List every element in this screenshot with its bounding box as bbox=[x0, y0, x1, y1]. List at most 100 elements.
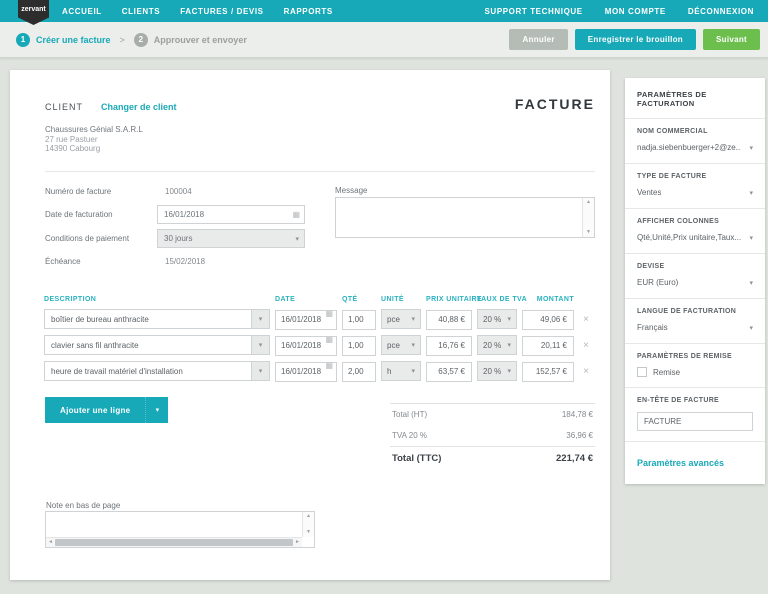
header-description: DESCRIPTION bbox=[44, 296, 270, 303]
qty-cell bbox=[342, 309, 376, 329]
message-vertical-scrollbar[interactable]: ▲ ▼ bbox=[582, 198, 594, 237]
sidebar-section-remise: PARAMÈTRES DE REMISE Remise bbox=[625, 344, 765, 388]
vat-select[interactable]: 20 % ▾ bbox=[477, 361, 517, 381]
calendar-icon[interactable]: ▦ bbox=[325, 309, 333, 318]
nom-commercial-select[interactable]: nadja.siebenbuerger+2@ze... ▾ bbox=[637, 142, 753, 153]
advanced-settings-link[interactable]: Paramètres avancés bbox=[637, 458, 724, 468]
nav-item-support-technique[interactable]: SUPPORT TECHNIQUE bbox=[485, 7, 583, 16]
message-textarea-field[interactable] bbox=[336, 198, 582, 237]
description-dropdown-button[interactable]: ▾ bbox=[251, 309, 270, 329]
qty-input[interactable] bbox=[342, 362, 376, 382]
devise-select[interactable]: EUR (Euro) ▾ bbox=[637, 277, 753, 288]
note-vertical-scrollbar[interactable]: ▲ ▼ bbox=[302, 512, 314, 537]
client-name: Chaussures Génial S.A.R.L bbox=[45, 125, 143, 135]
unit-select[interactable]: h ▾ bbox=[381, 361, 421, 381]
client-address-line2: 14390 Cabourg bbox=[45, 144, 143, 154]
cancel-button[interactable]: Annuler bbox=[509, 29, 567, 50]
description-dropdown-button[interactable]: ▾ bbox=[251, 361, 270, 381]
entete-input[interactable] bbox=[637, 412, 753, 431]
chevron-down-icon: ▾ bbox=[507, 315, 511, 323]
unit-price-input[interactable] bbox=[426, 310, 472, 330]
amount-input[interactable] bbox=[522, 310, 574, 330]
step-1-circle: 1 bbox=[16, 33, 30, 47]
scroll-right-icon[interactable]: ► bbox=[295, 540, 300, 545]
remise-checkbox[interactable] bbox=[637, 367, 647, 377]
invoice-date-label: Date de facturation bbox=[45, 210, 157, 219]
nav-item-rapports[interactable]: RAPPORTS bbox=[284, 7, 333, 16]
save-draft-button[interactable]: Enregistrer le brouillon bbox=[575, 29, 696, 50]
scrollbar-thumb[interactable] bbox=[55, 539, 293, 546]
qty-input[interactable] bbox=[342, 336, 376, 356]
add-line-button[interactable]: Ajouter une ligne ▾ bbox=[45, 397, 168, 423]
step-2-label[interactable]: Approuver et envoyer bbox=[154, 35, 247, 45]
description-input[interactable] bbox=[44, 335, 251, 355]
description-input[interactable] bbox=[44, 361, 251, 381]
description-input[interactable] bbox=[44, 309, 251, 329]
nav-item-accueil[interactable]: ACCUEIL bbox=[62, 7, 102, 16]
add-line-dropdown-button[interactable]: ▾ bbox=[146, 397, 168, 423]
zervant-logo[interactable]: zervant bbox=[18, 0, 49, 25]
message-textarea[interactable]: ▲ ▼ bbox=[335, 197, 595, 238]
delete-row-icon[interactable]: × bbox=[579, 314, 593, 325]
unit-price-input[interactable] bbox=[426, 336, 472, 356]
scroll-up-icon[interactable]: ▲ bbox=[586, 200, 591, 205]
calendar-icon[interactable]: ▦ bbox=[325, 361, 333, 370]
payment-terms-label: Conditions de paiement bbox=[45, 234, 157, 243]
remise-checkbox-row[interactable]: Remise bbox=[637, 367, 753, 377]
amount-cell bbox=[522, 335, 574, 355]
type-facture-select[interactable]: Ventes ▾ bbox=[637, 187, 753, 198]
langue-select[interactable]: Français ▾ bbox=[637, 322, 753, 333]
amount-input[interactable] bbox=[522, 362, 574, 382]
scroll-down-icon[interactable]: ▼ bbox=[586, 230, 591, 235]
delete-row-icon[interactable]: × bbox=[579, 366, 593, 377]
description-combo: ▾ bbox=[44, 335, 270, 355]
date-cell: ▦ bbox=[275, 335, 337, 355]
delete-row-icon[interactable]: × bbox=[579, 340, 593, 351]
amount-input[interactable] bbox=[522, 336, 574, 356]
next-button[interactable]: Suivant bbox=[703, 29, 760, 50]
wizard-action-bar: 1 Créer une facture > 2 Approuver et env… bbox=[0, 22, 768, 58]
chevron-down-icon: ▾ bbox=[156, 406, 160, 414]
client-address-line1: 27 rue Pastuer bbox=[45, 135, 143, 145]
nav-item-deconnexion[interactable]: DÉCONNEXION bbox=[688, 7, 754, 16]
vat-select[interactable]: 20 % ▾ bbox=[477, 335, 517, 355]
vat-select[interactable]: 20 % ▾ bbox=[477, 309, 517, 329]
qty-input[interactable] bbox=[342, 310, 376, 330]
afficher-colonnes-value: Qté,Unité,Prix unitaire,Taux... bbox=[637, 233, 741, 242]
change-client-link[interactable]: Changer de client bbox=[101, 102, 177, 112]
qty-cell bbox=[342, 335, 376, 355]
afficher-colonnes-select[interactable]: Qté,Unité,Prix unitaire,Taux... ▾ bbox=[637, 232, 753, 243]
nav-item-clients[interactable]: CLIENTS bbox=[122, 7, 160, 16]
scroll-left-icon[interactable]: ◄ bbox=[48, 540, 53, 545]
invoice-card: CLIENT Changer de client FACTURE Chaussu… bbox=[10, 70, 610, 580]
payment-terms-select[interactable]: 30 jours ▾ bbox=[157, 229, 305, 248]
vat-value: 20 % bbox=[483, 367, 501, 376]
scroll-down-icon[interactable]: ▼ bbox=[306, 530, 311, 535]
date-cell: ▦ bbox=[275, 309, 337, 329]
sidebar-section-entete: EN-TÊTE DE FACTURE bbox=[625, 388, 765, 442]
wizard-steps: 1 Créer une facture > 2 Approuver et env… bbox=[16, 33, 247, 47]
header-unit: UNITÉ bbox=[381, 296, 421, 303]
calendar-icon[interactable]: ▦ bbox=[325, 335, 333, 344]
footer-note-textarea[interactable]: ▲ ▼ ◄ ► bbox=[45, 511, 315, 548]
remise-checkbox-label: Remise bbox=[653, 368, 680, 377]
calendar-icon[interactable]: ▦ bbox=[292, 210, 300, 219]
total-ttc-label: Total (TTC) bbox=[392, 453, 441, 464]
unit-select[interactable]: pce ▾ bbox=[381, 309, 421, 329]
due-date-label: Échéance bbox=[45, 257, 157, 266]
step-1-label[interactable]: Créer une facture bbox=[36, 35, 111, 45]
price-cell bbox=[426, 335, 472, 355]
footer-note-textarea-field[interactable] bbox=[46, 512, 302, 537]
step-2-circle: 2 bbox=[134, 33, 148, 47]
description-dropdown-button[interactable]: ▾ bbox=[251, 335, 270, 355]
add-line-label[interactable]: Ajouter une ligne bbox=[45, 397, 146, 423]
scroll-up-icon[interactable]: ▲ bbox=[306, 514, 311, 519]
unit-select[interactable]: pce ▾ bbox=[381, 335, 421, 355]
nav-item-mon-compte[interactable]: MON COMPTE bbox=[605, 7, 666, 16]
header-unit-price: PRIX UNITAIRE bbox=[426, 296, 472, 303]
note-horizontal-scrollbar[interactable]: ◄ ► bbox=[46, 537, 302, 547]
unit-price-input[interactable] bbox=[426, 362, 472, 382]
invoice-date-input[interactable]: 16/01/2018 ▦ bbox=[157, 205, 305, 224]
nav-item-factures-devis[interactable]: FACTURES / DEVIS bbox=[180, 7, 263, 16]
invoice-title: FACTURE bbox=[515, 96, 595, 112]
